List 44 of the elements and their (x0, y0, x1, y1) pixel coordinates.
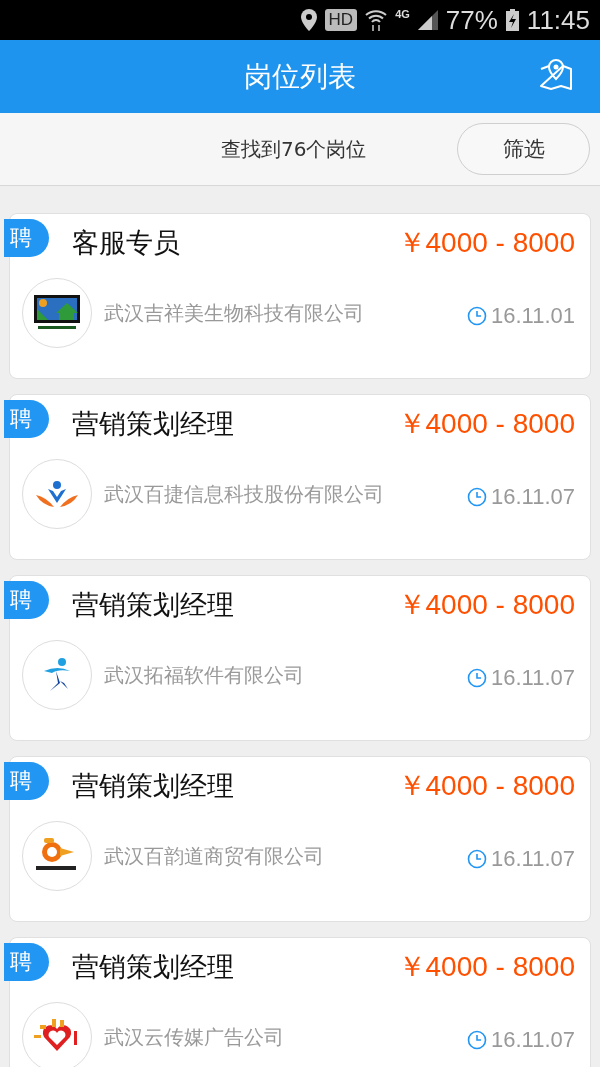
company-name: 武汉吉祥美生物科技有限公司 (104, 299, 364, 327)
location-icon (300, 9, 317, 31)
salary-range: ￥4000 - 8000 (397, 407, 575, 441)
network-label: HD (324, 9, 358, 31)
battery-icon (505, 9, 519, 31)
battery-percent: 77% (445, 4, 498, 36)
company-name: 武汉百韵道商贸有限公司 (104, 842, 324, 870)
post-date: 16.11.07 (491, 665, 575, 691)
house-logo-icon (34, 295, 80, 331)
salary-range: ￥4000 - 8000 (397, 769, 575, 803)
hiring-badge: 聘 (4, 219, 49, 257)
page-title: 岗位列表 (244, 58, 356, 95)
post-date: 16.11.01 (491, 303, 575, 329)
job-title: 营销策划经理 (72, 950, 234, 984)
clock-time: 11:45 (526, 4, 590, 36)
network-type: 4G (395, 8, 410, 20)
filter-button[interactable]: 筛选 (457, 123, 590, 175)
post-date: 16.11.07 (491, 846, 575, 872)
hiring-badge: 聘 (4, 762, 49, 800)
company-name: 武汉云传媒广告公司 (104, 1023, 284, 1051)
company-name: 武汉百捷信息科技股份有限公司 (104, 480, 384, 508)
clock-icon (467, 487, 487, 507)
job-title: 客服专员 (72, 226, 180, 260)
salary-range: ￥4000 - 8000 (397, 588, 575, 622)
salary-range: ￥4000 - 8000 (397, 950, 575, 984)
signal-icon (417, 10, 438, 30)
map-pin-icon (539, 58, 573, 91)
clock-icon (467, 306, 487, 326)
people-logo-icon (34, 479, 80, 509)
salary-range: ￥4000 - 8000 (397, 226, 575, 260)
clock-icon (467, 668, 487, 688)
result-count: 查找到76个岗位 (221, 135, 367, 163)
job-title: 营销策划经理 (72, 407, 234, 441)
clock-icon (467, 1030, 487, 1050)
job-title: 营销策划经理 (72, 588, 234, 622)
job-title: 营销策划经理 (72, 769, 234, 803)
hiring-badge: 聘 (4, 581, 49, 619)
company-name: 武汉拓福软件有限公司 (104, 661, 304, 689)
hiring-badge: 聘 (4, 943, 49, 981)
hiring-badge: 聘 (4, 400, 49, 438)
wifi-icon (365, 9, 388, 31)
clock-icon (467, 849, 487, 869)
post-date: 16.11.07 (491, 484, 575, 510)
post-date: 16.11.07 (491, 1027, 575, 1053)
